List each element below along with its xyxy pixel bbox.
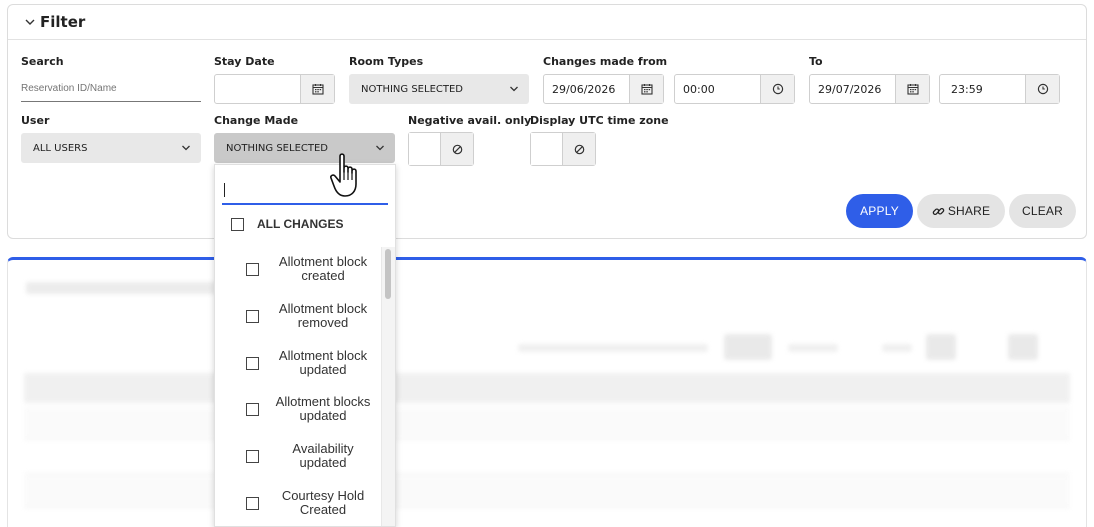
to-time-value[interactable]: 23:59 [940,83,1025,96]
list-item-label: Courtesy Hold Created [281,488,365,517]
calendar-icon[interactable] [300,75,334,103]
list-item[interactable]: Allotment block removed [246,302,377,330]
utc-label: Display UTC time zone [530,114,669,127]
negative-avail-label: Negative avail. only [408,114,532,127]
chevron-down-icon [182,145,190,151]
checkbox[interactable] [231,217,244,231]
ban-icon[interactable] [441,133,473,165]
change-made-value: NOTHING SELECTED [226,142,329,154]
to-date-value[interactable]: 29/07/2026 [810,83,895,96]
toggle-on-area[interactable] [531,133,563,165]
apply-button[interactable]: APPLY [846,194,913,228]
checkbox[interactable] [246,496,259,510]
checkbox[interactable] [246,309,259,323]
checkbox[interactable] [246,356,259,370]
dropdown-scrollbar[interactable] [381,247,395,526]
list-item[interactable]: Allotment block created [246,255,377,283]
change-made-label: Change Made [214,114,299,127]
share-label: SHARE [947,204,991,218]
table-row [24,509,1070,527]
checkbox[interactable] [246,402,259,416]
scrollbar-thumb[interactable] [385,249,391,299]
changes-from-date-field[interactable]: 29/06/2026 [543,74,664,104]
stay-date-label: Stay Date [214,55,275,68]
table-row [24,407,1070,440]
stay-date-field[interactable] [214,74,335,104]
all-changes-label: ALL CHANGES [257,217,344,231]
blurred-page-box [926,334,956,360]
utc-toggle[interactable] [530,132,596,166]
filter-header[interactable]: Filter [8,5,1086,40]
share-button[interactable]: SHARE [917,194,1005,228]
list-item-label: Allotment block updated [278,348,368,377]
blurred-meta [788,344,838,352]
chevron-down-icon [376,145,384,151]
checkbox[interactable] [246,449,259,463]
changes-from-time-field[interactable]: 00:00 [674,74,795,104]
chevron-down-icon[interactable] [24,16,36,28]
clock-icon[interactable] [1025,75,1059,103]
to-date-field[interactable]: 29/07/2026 [809,74,930,104]
list-item-label: Allotment block removed [278,301,368,330]
changes-from-label: Changes made from [543,55,668,68]
search-input[interactable] [21,76,201,102]
room-types-label: Room Types [349,55,424,68]
change-made-dropdown: ALL CHANGES Allotment block created Allo… [214,164,396,527]
clear-button[interactable]: CLEAR [1009,194,1076,228]
room-types-value: NOTHING SELECTED [361,83,464,95]
blurred-meta [882,344,912,352]
blurred-meta [518,344,708,352]
blurred-title [26,282,216,294]
changes-from-time-value[interactable]: 00:00 [675,83,760,96]
blurred-page-box [1008,334,1038,360]
table-row [24,441,1070,474]
toggle-on-area[interactable] [409,133,441,165]
user-value: ALL USERS [33,142,88,154]
ban-icon[interactable] [563,133,595,165]
list-item[interactable]: Allotment block updated [246,349,377,377]
blurred-select [724,334,772,360]
search-label: Search [21,55,64,68]
list-item-label: Availability updated [292,441,354,470]
to-label: To [809,55,823,68]
hand-cursor-icon [330,153,357,197]
user-label: User [21,114,50,127]
list-item[interactable]: Availability updated [246,442,377,470]
user-select[interactable]: ALL USERS [21,133,201,163]
list-item-label: Allotment block created [278,254,368,283]
results-panel [7,257,1087,527]
room-types-select[interactable]: NOTHING SELECTED [349,74,529,104]
list-item-label: Allotment blocks updated [275,394,371,423]
filter-title: Filter [40,13,86,31]
all-changes-option[interactable]: ALL CHANGES [231,217,343,231]
clock-icon[interactable] [760,75,794,103]
change-options-list: Allotment block created Allotment block … [215,247,395,526]
blurred-table-header [24,373,1070,403]
list-item[interactable]: Courtesy Hold Created [246,489,377,517]
chevron-down-icon [510,86,518,92]
calendar-icon[interactable] [629,75,663,103]
checkbox[interactable] [246,262,259,276]
changes-from-date-value[interactable]: 29/06/2026 [544,83,629,96]
calendar-icon[interactable] [895,75,929,103]
negative-avail-toggle[interactable] [408,132,474,166]
link-icon [932,207,945,215]
to-time-field[interactable]: 23:59 [939,74,1060,104]
table-row [24,475,1070,508]
text-caret [224,183,225,197]
list-item[interactable]: Allotment blocks updated [246,395,377,423]
